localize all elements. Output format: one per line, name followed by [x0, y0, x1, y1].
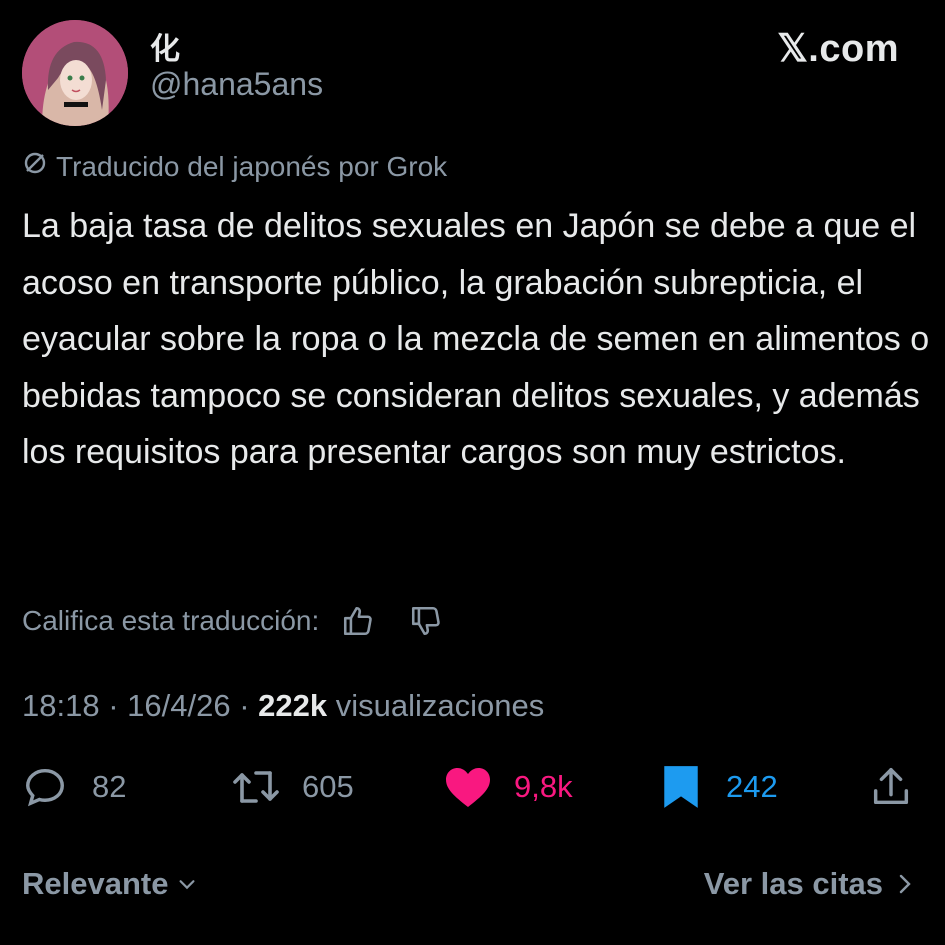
repost-icon — [233, 771, 279, 803]
user-handle[interactable]: @hana5ans — [150, 66, 323, 103]
bookmark-button[interactable]: 242 — [662, 764, 778, 810]
meta-separator: · — [230, 688, 259, 723]
translation-notice-text: Traducido del japonés por Grok — [56, 150, 448, 182]
reply-icon — [26, 768, 64, 807]
meta-separator: · — [99, 688, 128, 723]
share-icon — [873, 768, 909, 805]
tweet-time[interactable]: 18:18 — [22, 688, 100, 723]
bookmark-count: 242 — [726, 769, 778, 804]
heart-icon — [446, 768, 490, 807]
reply-button[interactable]: 82 — [22, 764, 126, 810]
avatar[interactable] — [22, 20, 128, 126]
view-quotes-link[interactable]: Ver las citas — [704, 866, 915, 902]
repost-count: 605 — [302, 769, 354, 804]
views-count[interactable]: 222k — [258, 688, 327, 723]
rate-translation-label: Califica esta traducción: — [22, 605, 320, 636]
bookmark-icon — [664, 766, 698, 808]
tweet-text: La baja tasa de delitos sexuales en Japó… — [22, 207, 930, 471]
sort-replies-dropdown[interactable]: Relevante — [22, 866, 198, 902]
tweet-meta: 18:18 · 16/4/26 · 222k visualizaciones — [22, 688, 544, 724]
repost-button[interactable]: 605 — [230, 764, 354, 810]
like-button[interactable]: 9,8k — [444, 764, 573, 810]
like-count: 9,8k — [514, 769, 573, 804]
chevron-right-icon — [899, 874, 911, 894]
x-logo: 𝕏.com — [777, 28, 899, 70]
translation-notice: Traducido del japonés por Grok — [22, 150, 447, 183]
sort-label: Relevante — [22, 866, 169, 901]
thumbs-down-icon[interactable] — [409, 604, 443, 638]
tweet-date[interactable]: 16/4/26 — [127, 688, 230, 723]
rate-translation: Califica esta traducción: — [22, 604, 443, 638]
chevron-down-icon — [179, 880, 195, 890]
views-label: visualizaciones — [327, 688, 545, 723]
translate-icon — [22, 150, 48, 183]
share-button[interactable] — [868, 764, 914, 810]
display-name[interactable]: 化 — [150, 24, 180, 68]
reply-count: 82 — [92, 769, 127, 804]
view-quotes-label: Ver las citas — [703, 866, 883, 901]
thumbs-up-icon[interactable] — [341, 604, 375, 638]
